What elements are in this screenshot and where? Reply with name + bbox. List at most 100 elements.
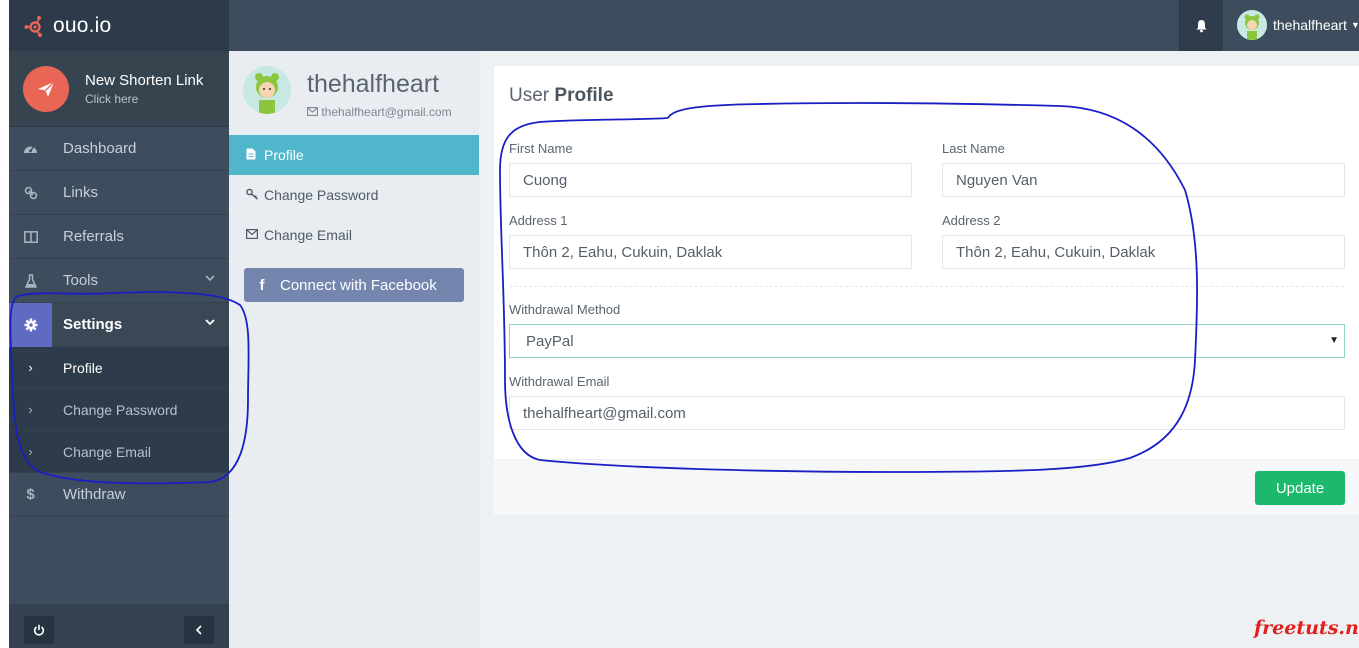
withdrawal-method-value: PayPal [526, 332, 574, 350]
chevron-down-icon [205, 317, 215, 329]
facebook-button-label: Connect with Facebook [280, 276, 437, 294]
submenu-item-change-password[interactable]: › Change Password [9, 389, 229, 431]
address2-label: Address 2 [942, 213, 1001, 228]
main-content: User Profile First Name Cuong Last Name … [479, 51, 1359, 648]
shorten-title: New Shorten Link [85, 71, 204, 89]
sidebar-item-settings[interactable]: Settings [9, 302, 229, 347]
sidebar-item-label: Links [63, 184, 99, 201]
sidebar-item-label: Tools [63, 272, 99, 289]
first-name-label: First Name [509, 141, 573, 156]
power-icon [33, 624, 45, 636]
sidebar-nav: Dashboard Links Referrals Tools Settings… [9, 127, 229, 517]
paper-plane-icon [23, 65, 69, 112]
power-button[interactable] [24, 616, 54, 644]
sidebar-item-withdraw[interactable]: $ Withdraw [9, 473, 229, 517]
submenu-item-label: Change Password [63, 401, 178, 418]
avatar [1237, 10, 1267, 40]
connect-facebook-button[interactable]: f Connect with Facebook [244, 268, 464, 302]
avatar [243, 66, 291, 114]
user-profile-card: User Profile First Name Cuong Last Name … [494, 66, 1359, 515]
profile-email-text: thehalfheart@gmail.com [321, 105, 452, 119]
submenu-item-label: Change Email [63, 443, 151, 460]
chevron-down-icon [205, 273, 215, 285]
profile-panel: thehalfheart thehalfheart@gmail.com Prof… [229, 51, 479, 648]
submenu-item-profile[interactable]: › Profile [9, 347, 229, 389]
sidebar-item-links[interactable]: Links [9, 171, 229, 215]
key-icon [246, 188, 264, 203]
profile-menu-change-password[interactable]: Change Password [229, 175, 479, 215]
withdrawal-email-field[interactable]: thehalfheart@gmail.com [509, 396, 1345, 430]
sidebar-item-tools[interactable]: Tools [9, 259, 229, 303]
envelope-icon [246, 228, 264, 242]
collapse-sidebar-button[interactable] [184, 616, 214, 644]
top-bar: thehalfheart ▼ [229, 0, 1359, 51]
chevron-right-icon: › [28, 402, 33, 417]
address2-field[interactable]: Thôn 2, Eahu, Cukuin, Daklak [942, 235, 1345, 269]
last-name-field[interactable]: Nguyen Van [942, 163, 1345, 197]
sidebar-item-label: Withdraw [63, 486, 126, 503]
dashboard-gauge-icon [9, 142, 52, 155]
shorten-subtitle: Click here [85, 91, 139, 106]
profile-menu-change-email[interactable]: Change Email [229, 215, 479, 255]
watermark-text: freetuts.net [1254, 617, 1359, 639]
profile-menu-label: Change Password [264, 187, 379, 203]
brand[interactable]: ouo.io [9, 0, 229, 51]
dollar-icon: $ [26, 486, 35, 503]
caret-down-icon: ▼ [1350, 20, 1359, 30]
left-edge-strip [0, 0, 9, 648]
link-icon [9, 186, 52, 200]
username: thehalfheart [1273, 17, 1347, 33]
sidebar-item-dashboard[interactable]: Dashboard [9, 127, 229, 171]
profile-menu: Profile Change Password Change Email [229, 135, 479, 255]
envelope-icon [307, 107, 318, 116]
first-name-field[interactable]: Cuong [509, 163, 912, 197]
settings-submenu: › Profile › Change Password › Change Ema… [9, 347, 229, 473]
profile-header [243, 66, 291, 114]
last-name-label: Last Name [942, 141, 1005, 156]
address1-value: Thôn 2, Eahu, Cukuin, Daklak [523, 243, 723, 261]
ouo-logo-icon [23, 14, 47, 38]
sidebar-item-label: Dashboard [63, 140, 137, 157]
last-name-value: Nguyen Van [956, 171, 1038, 189]
profile-name: thehalfheart [307, 70, 440, 98]
card-title: User Profile [509, 85, 614, 107]
columns-icon [9, 230, 52, 243]
notifications-button[interactable] [1179, 0, 1223, 51]
submenu-item-change-email[interactable]: › Change Email [9, 431, 229, 473]
gear-icon [9, 302, 52, 347]
withdrawal-method-select[interactable]: PayPal ▼ [509, 324, 1345, 358]
profile-email: thehalfheart@gmail.com [307, 105, 452, 119]
address1-field[interactable]: Thôn 2, Eahu, Cukuin, Daklak [509, 235, 912, 269]
profile-menu-label: Change Email [264, 227, 352, 243]
profile-menu-profile[interactable]: Profile [229, 135, 479, 175]
user-menu[interactable]: thehalfheart ▼ [1237, 10, 1359, 40]
chevron-right-icon: › [28, 444, 33, 459]
address1-label: Address 1 [509, 213, 568, 228]
bell-icon [1196, 19, 1206, 32]
withdrawal-email-label: Withdrawal Email [509, 374, 610, 389]
sidebar-footer [9, 604, 229, 648]
submenu-item-label: Profile [63, 359, 103, 376]
first-name-value: Cuong [523, 171, 568, 189]
card-title-strong: Profile [554, 85, 614, 106]
flask-icon [9, 273, 52, 288]
address2-value: Thôn 2, Eahu, Cukuin, Daklak [956, 243, 1156, 261]
withdrawal-method-label: Withdrawal Method [509, 302, 621, 317]
sidebar-item-referrals[interactable]: Referrals [9, 215, 229, 259]
sidebar-item-label: Settings [63, 316, 123, 333]
caret-down-icon: ▼ [1329, 335, 1339, 346]
form-divider [509, 286, 1344, 287]
app-root: ouo.io New Shorten Link Click here Dashb… [0, 0, 1359, 648]
sidebar: ouo.io New Shorten Link Click here Dashb… [9, 0, 229, 648]
facebook-icon: f [259, 276, 265, 294]
new-shorten-link[interactable]: New Shorten Link Click here [9, 51, 229, 127]
chevron-left-icon [195, 625, 202, 635]
withdrawal-email-value: thehalfheart@gmail.com [523, 404, 686, 422]
file-icon [246, 148, 264, 163]
chevron-right-icon: › [28, 360, 33, 375]
update-button[interactable]: Update [1255, 471, 1345, 505]
profile-menu-label: Profile [264, 147, 304, 163]
sidebar-item-label: Referrals [63, 228, 124, 245]
card-title-prefix: User [509, 85, 550, 106]
card-footer: Update [494, 459, 1359, 515]
